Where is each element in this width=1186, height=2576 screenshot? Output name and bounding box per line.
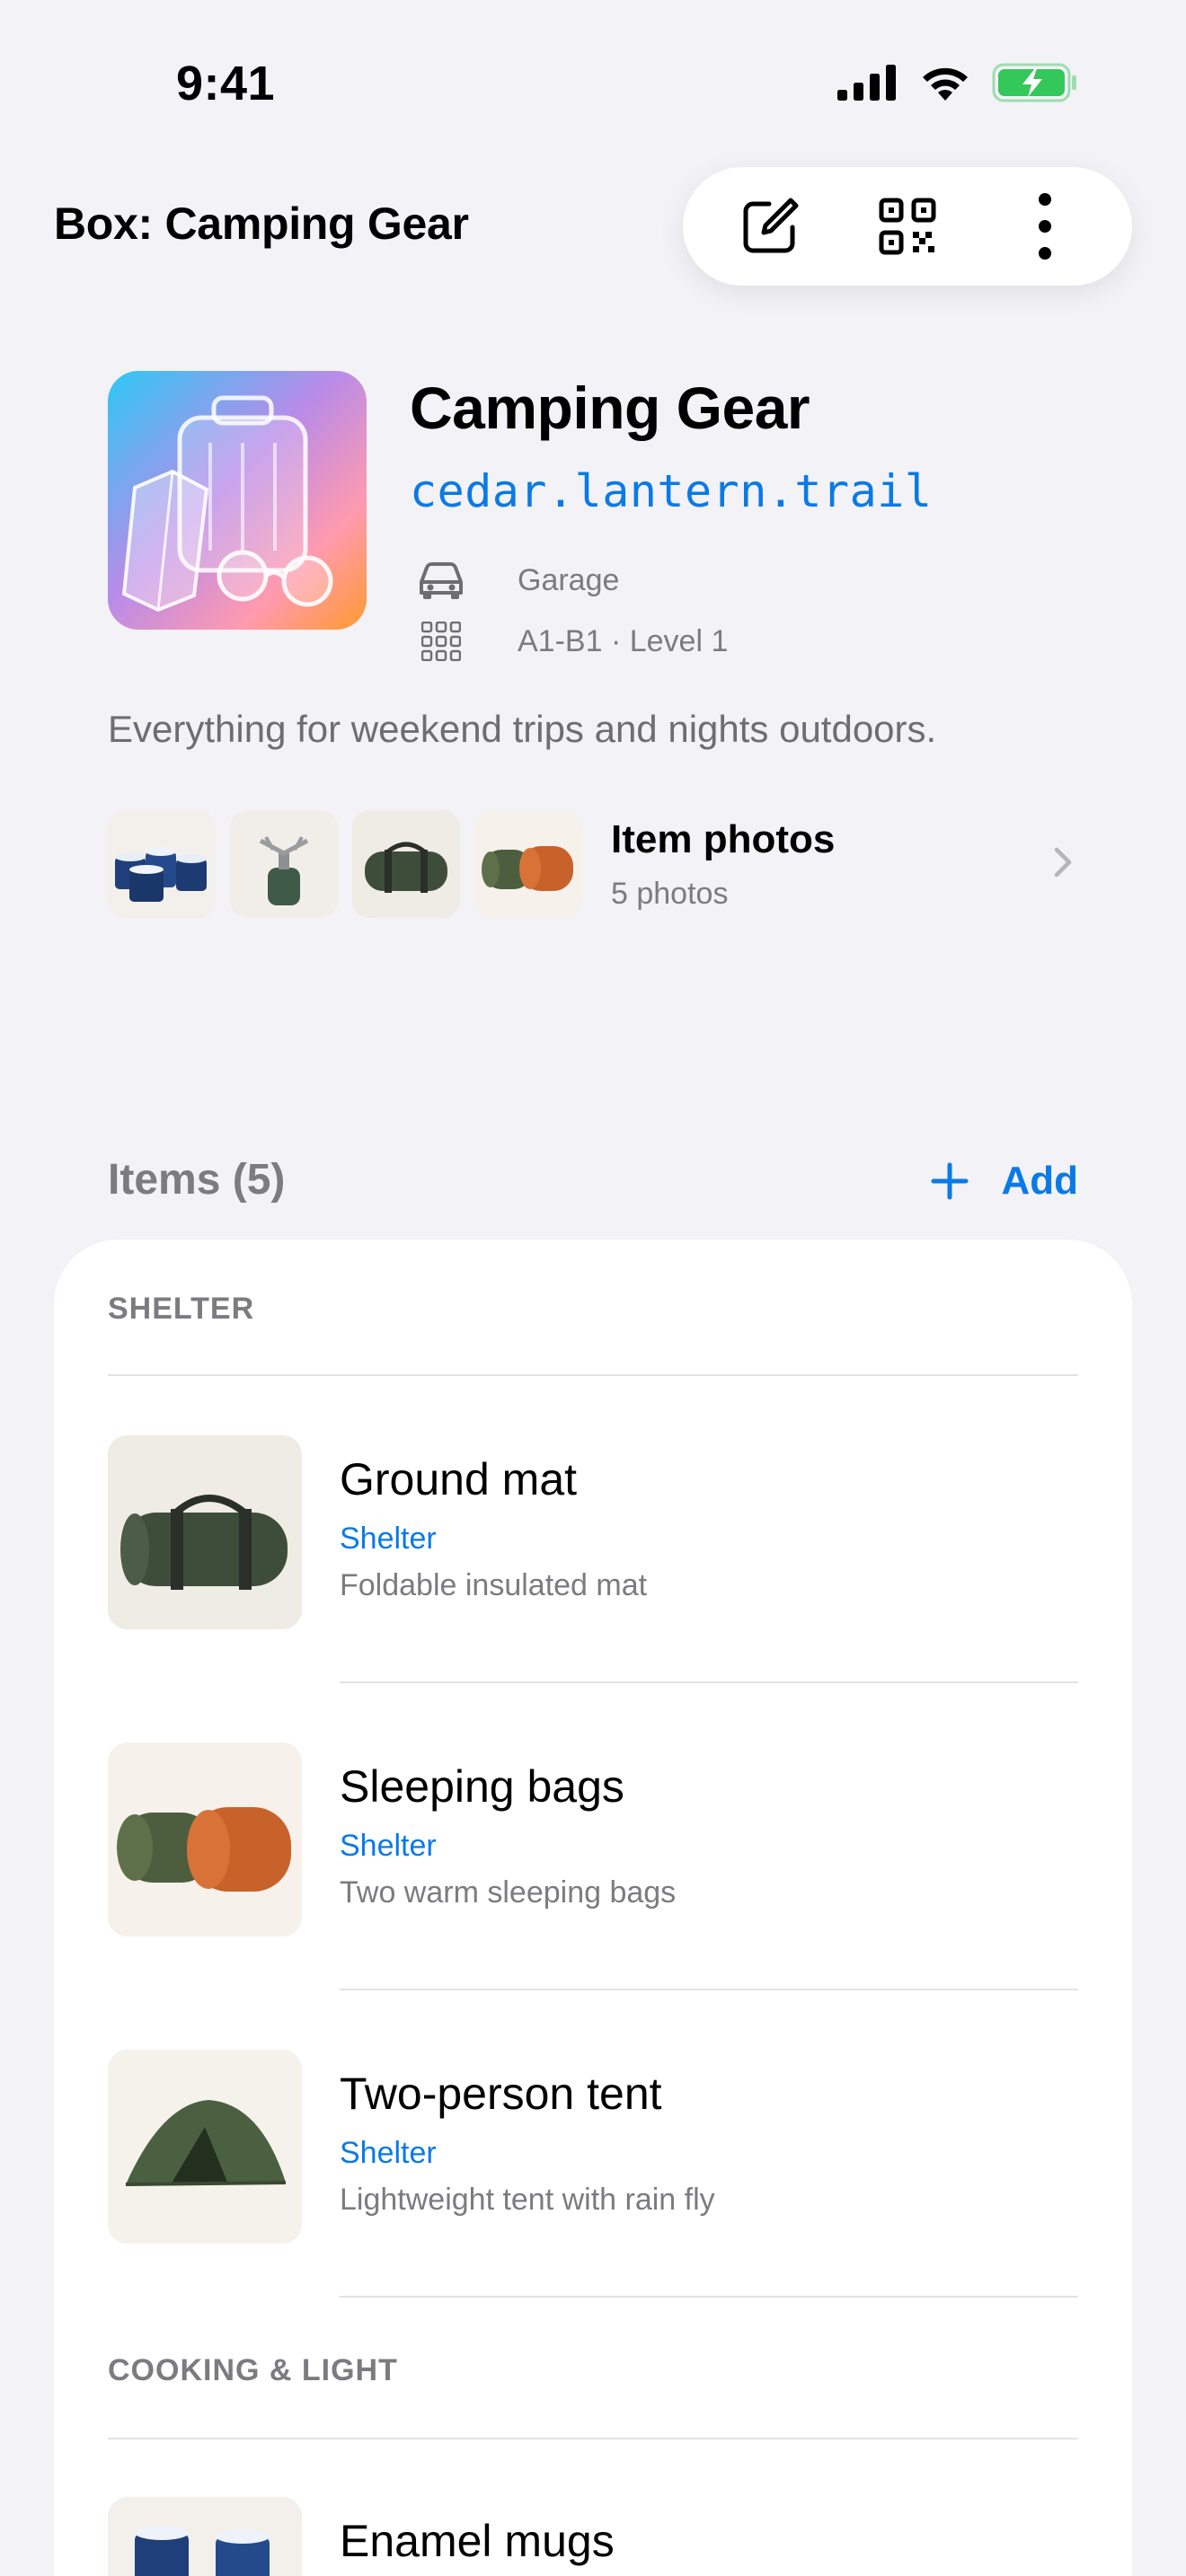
position-text: A1-B1 · Level 1	[518, 623, 729, 658]
item-name: Sleeping bags	[340, 1761, 624, 1812]
list-item[interactable]: Sleeping bags Shelter Two warm sleeping …	[108, 1742, 1078, 1940]
list-item[interactable]: Enamel mugs	[108, 2497, 1078, 2576]
status-icons	[837, 63, 1078, 102]
list-item[interactable]: Two-person tent Shelter Lightweight tent…	[108, 2050, 1078, 2247]
item-category: Shelter	[340, 1829, 437, 1863]
item-photos-chevron[interactable]	[1051, 844, 1075, 885]
toolbar	[683, 167, 1132, 286]
items-title: Items (5)	[108, 1156, 286, 1204]
location-text: Garage	[518, 562, 620, 597]
more-icon	[1039, 193, 1052, 260]
item-image	[108, 2050, 302, 2244]
battery-charging-icon	[992, 63, 1076, 102]
item-category: Shelter	[340, 2136, 437, 2170]
qr-code-icon	[879, 198, 936, 255]
row-divider	[340, 2296, 1078, 2298]
box-detail-screen: 9:41 Box: Camping Gear Camping Gear ceda…	[0, 0, 1186, 2576]
item-description: Lightweight tent with rain fly	[340, 2183, 715, 2217]
box-code[interactable]: cedar.lantern.trail	[410, 465, 932, 517]
section-divider	[108, 1374, 1078, 1376]
item-description: Two warm sleeping bags	[340, 1875, 677, 1910]
items-card: SHELTER Ground mat Shelter Foldable insu…	[54, 1239, 1132, 2576]
box-name: Camping Gear	[410, 375, 810, 441]
add-label: Add	[1001, 1159, 1078, 1203]
chevron-right-icon	[1054, 847, 1072, 878]
position-row: A1-B1 · Level 1	[410, 616, 728, 666]
nav-title: Box: Camping Gear	[54, 198, 469, 249]
item-name: Enamel mugs	[340, 2516, 615, 2566]
luggage-icon	[108, 371, 367, 630]
item-image	[108, 1742, 302, 1936]
mat-image	[352, 810, 460, 918]
sleeping-bags-image	[108, 1742, 302, 1936]
wifi-icon	[923, 67, 968, 101]
ground-mat-image	[108, 1435, 302, 1629]
row-divider	[340, 1989, 1078, 1990]
grid-icon	[421, 622, 461, 661]
mugs-image	[108, 810, 216, 918]
more-button[interactable]	[1005, 186, 1085, 267]
photo-strip[interactable]	[108, 810, 582, 918]
car-icon	[420, 562, 463, 599]
item-image	[108, 1435, 302, 1629]
location-row: Garage	[410, 555, 619, 605]
item-photos-count: 5 photos	[611, 877, 729, 911]
sleeping-bags-image	[474, 810, 582, 918]
photo-thumb-stove[interactable]	[230, 810, 338, 918]
item-name: Ground mat	[340, 1454, 578, 1504]
item-name: Two-person tent	[340, 2069, 662, 2119]
item-image	[108, 2497, 302, 2576]
mugs-image	[108, 2497, 302, 2576]
edit-button[interactable]	[730, 186, 810, 267]
photo-thumb-mat[interactable]	[352, 810, 460, 918]
stove-image	[230, 810, 338, 918]
cellular-signal-icon	[837, 65, 896, 101]
list-item[interactable]: Ground mat Shelter Foldable insulated ma…	[108, 1435, 1078, 1633]
box-description: Everything for weekend trips and nights …	[108, 708, 937, 750]
compose-icon	[743, 198, 799, 253]
row-divider	[340, 1681, 1078, 1683]
item-description: Foldable insulated mat	[340, 1568, 648, 1602]
section-header-cooking-light: COOKING & LIGHT	[108, 2353, 398, 2387]
qr-code-button[interactable]	[867, 186, 948, 267]
plus-icon	[931, 1162, 969, 1200]
section-header-shelter: SHELTER	[108, 1292, 255, 1326]
photo-thumb-mugs[interactable]	[108, 810, 216, 918]
photo-thumb-sleeping-bags[interactable]	[474, 810, 582, 918]
add-item-button[interactable]: Add	[931, 1159, 1078, 1204]
section-divider	[108, 2438, 1078, 2439]
tent-image	[108, 2050, 302, 2244]
status-time: 9:41	[176, 57, 276, 110]
item-photos-label[interactable]: Item photos	[611, 817, 835, 862]
item-category: Shelter	[340, 1522, 437, 1556]
box-icon	[108, 371, 367, 630]
